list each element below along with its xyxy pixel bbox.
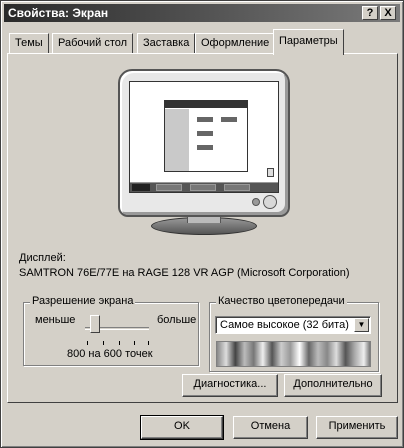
power-button-icon [263, 195, 277, 209]
color-quality-select[interactable]: Самое высокое (32 бита) ▼ [215, 316, 371, 334]
title-bar[interactable]: Свойства: Экран ? X [4, 4, 400, 22]
slider-tick [148, 341, 149, 345]
preview-drive-icon [197, 131, 213, 136]
slider-tick [119, 341, 120, 345]
display-properties-window: Свойства: Экран ? X Темы Рабочий стол За… [0, 0, 404, 448]
apply-button[interactable]: Применить [316, 416, 398, 439]
slider-tick [87, 341, 88, 345]
help-button[interactable]: ? [362, 6, 378, 20]
slider-tick [134, 341, 135, 345]
close-button[interactable]: X [380, 6, 396, 20]
preview-taskbar [130, 182, 278, 192]
preview-task-button [190, 184, 216, 191]
slider-tick [103, 341, 104, 345]
monitor-preview [118, 69, 290, 217]
color-quality-value: Самое высокое (32 бита) [220, 319, 349, 331]
preview-task-button [224, 184, 250, 191]
tab-desktop[interactable]: Рабочий стол [52, 33, 134, 53]
preview-task-button [156, 184, 182, 191]
power-indicator-icon [252, 198, 260, 206]
resolution-slider-thumb[interactable] [90, 315, 101, 333]
resolution-less-label: меньше [35, 314, 76, 326]
window-title: Свойства: Экран [8, 6, 109, 20]
preview-drive-icon [197, 117, 213, 122]
resolution-more-label: больше [157, 314, 197, 326]
preview-drive-icon [197, 145, 213, 150]
ok-button[interactable]: OK [140, 415, 224, 440]
advanced-button[interactable]: Дополнительно [284, 374, 382, 397]
chevron-down-icon[interactable]: ▼ [354, 318, 369, 332]
display-name: SAMTRON 76E/77E на RAGE 128 VR AGP (Micr… [19, 267, 350, 279]
preview-window-titlebar [165, 101, 247, 108]
preview-drive-icon [221, 117, 237, 122]
recycle-bin-icon [267, 168, 274, 177]
troubleshoot-button[interactable]: Диагностика... [182, 374, 278, 397]
display-label: Дисплей: [19, 252, 66, 264]
color-preview-bar [216, 341, 371, 367]
tab-settings[interactable]: Параметры [273, 29, 344, 55]
resolution-value: 800 на 600 точек [67, 348, 153, 360]
preview-window [164, 100, 248, 172]
preview-start-button [132, 184, 150, 191]
preview-window-sidebar [165, 109, 189, 171]
cancel-button[interactable]: Отмена [233, 416, 308, 439]
resolution-legend: Разрешение экрана [30, 295, 136, 307]
tab-appearance[interactable]: Оформление [195, 33, 276, 53]
monitor-screen [129, 81, 279, 193]
color-quality-legend: Качество цветопередачи [216, 295, 347, 307]
tab-screensaver[interactable]: Заставка [137, 33, 196, 53]
tab-themes[interactable]: Темы [9, 33, 49, 53]
